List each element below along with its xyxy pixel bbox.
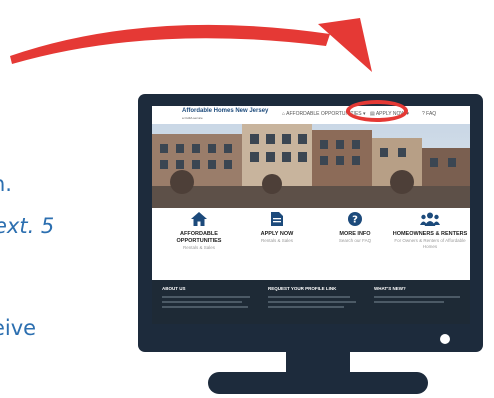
feature-affordable-opportunities[interactable]: AFFORDABLE OPPORTUNITIES Rentals & Sales [160, 212, 238, 251]
users-icon [420, 212, 440, 226]
site-navbar: Affordable Homes New Jersey a CHFA servi… [152, 106, 470, 124]
home-icon [191, 212, 207, 226]
side-text-line-3: eive [0, 316, 37, 340]
footer-request-profile-link: REQUEST YOUR PROFILE LINK [268, 286, 364, 308]
help-icon: ? [348, 212, 362, 226]
site-brand[interactable]: Affordable Homes New Jersey [182, 108, 268, 114]
svg-text:?: ? [352, 215, 358, 226]
highlight-circle [346, 100, 408, 122]
site-brand-subtitle: a CHFA service [182, 116, 203, 120]
feature-homeowners-renters[interactable]: HOMEOWNERS & RENTERS For Owners & Renter… [390, 212, 470, 250]
feature-more-info[interactable]: ? MORE INFO Search our FAQ [316, 212, 394, 244]
feature-apply-now[interactable]: APPLY NOW Rentals & Sales [238, 212, 316, 244]
power-indicator [440, 334, 450, 344]
footer-about-us: ABOUT US [162, 286, 258, 308]
feature-row: AFFORDABLE OPPORTUNITIES Rentals & Sales… [152, 208, 470, 280]
hero-image [152, 124, 470, 208]
side-text-line-1: n. [0, 172, 12, 196]
footer-whats-new: WHAT'S NEW? [374, 286, 470, 303]
monitor-stand-neck [286, 352, 350, 374]
site-footer: ABOUT US REQUEST YOUR PROFILE LINK WHAT'… [152, 280, 470, 324]
document-icon [271, 212, 283, 226]
monitor: Affordable Homes New Jersey a CHFA servi… [138, 94, 483, 352]
side-text-line-2: ext. 5 [0, 214, 55, 238]
nav-faq[interactable]: ? FAQ [422, 111, 436, 117]
website-screen: Affordable Homes New Jersey a CHFA servi… [152, 106, 470, 324]
monitor-stand-base [208, 372, 428, 394]
